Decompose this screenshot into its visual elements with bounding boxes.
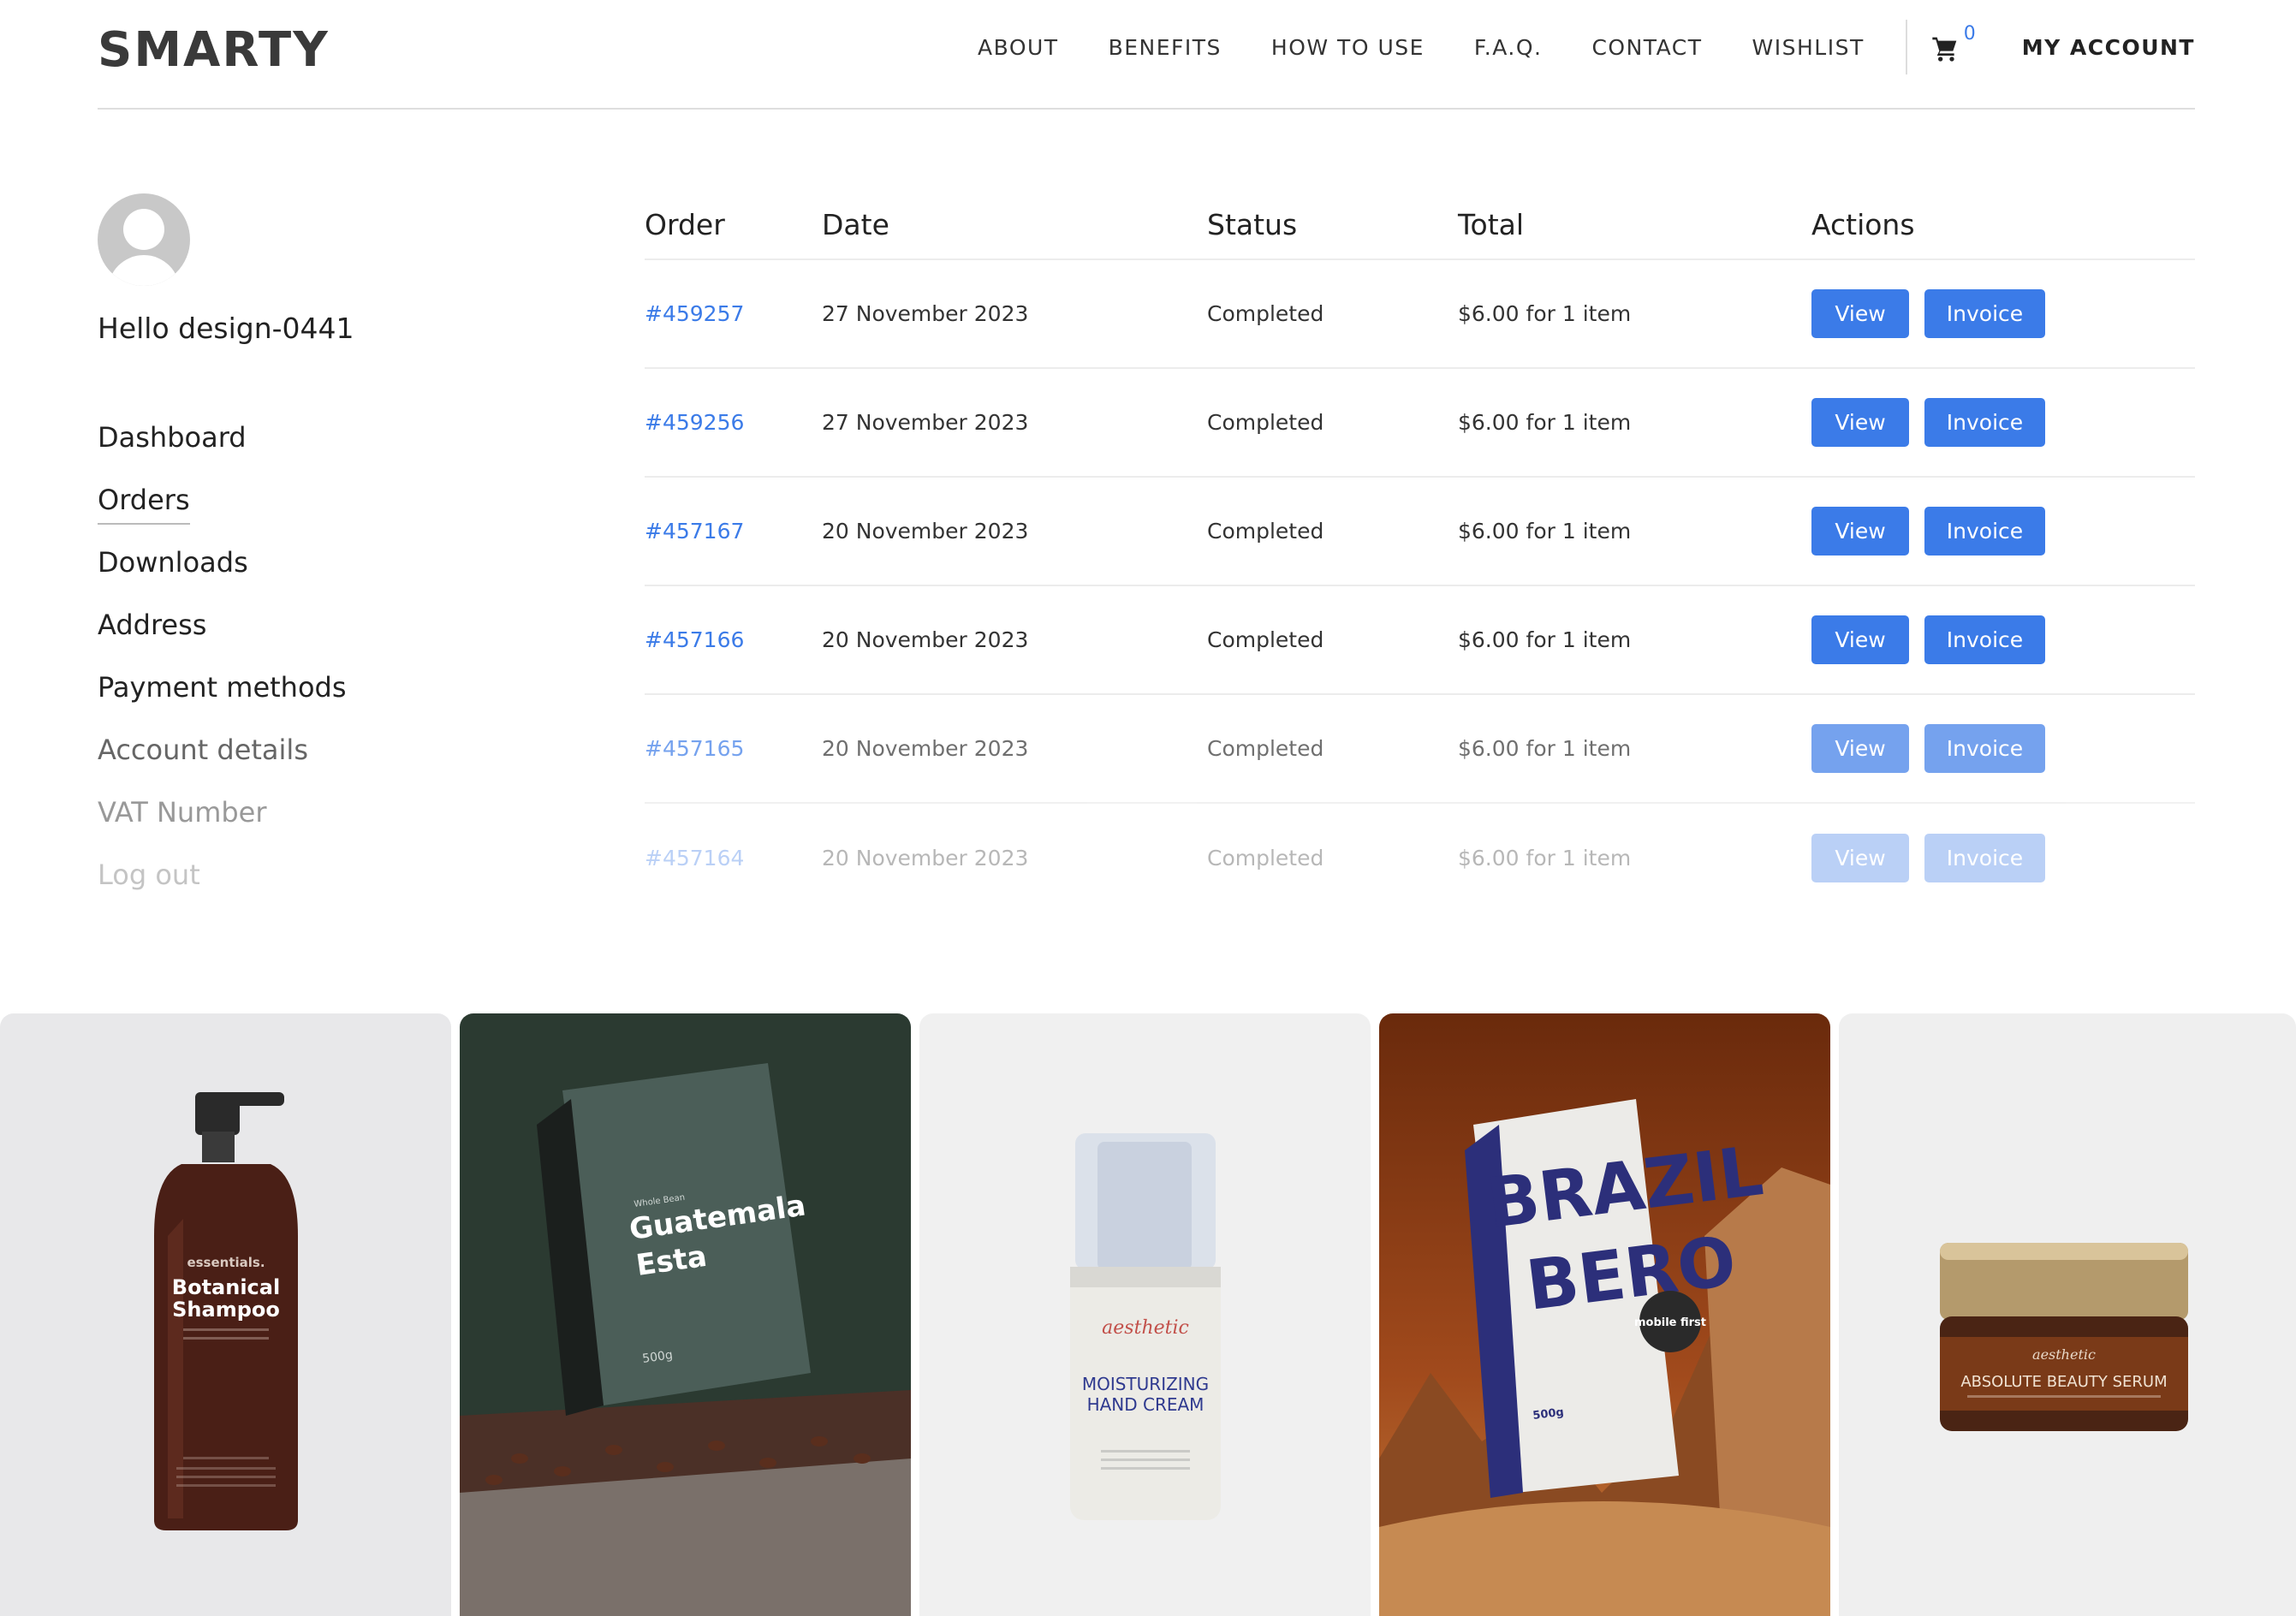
product-badge: mobile first bbox=[1634, 1316, 1706, 1329]
nav-about[interactable]: ABOUT bbox=[978, 35, 1059, 60]
order-link[interactable]: #457164 bbox=[645, 846, 744, 870]
table-row: #459257 27 November 2023 Completed $6.00… bbox=[645, 260, 2195, 369]
column-header-total: Total bbox=[1458, 207, 1525, 241]
view-button[interactable]: View bbox=[1811, 507, 1909, 556]
order-date: 27 November 2023 bbox=[822, 410, 1029, 435]
table-row: #459256 27 November 2023 Completed $6.00… bbox=[645, 369, 2195, 478]
sidebar-item-orders[interactable]: Orders bbox=[98, 482, 347, 544]
order-status: Completed bbox=[1207, 301, 1324, 326]
product-brand: essentials. bbox=[187, 1255, 265, 1270]
cart-icon bbox=[1932, 37, 1957, 62]
view-button[interactable]: View bbox=[1811, 724, 1909, 773]
order-date: 27 November 2023 bbox=[822, 301, 1029, 326]
nav-contact[interactable]: CONTACT bbox=[1591, 35, 1702, 60]
column-header-actions: Actions bbox=[1811, 207, 1915, 241]
sidebar-item-address[interactable]: Address bbox=[98, 607, 347, 669]
order-date: 20 November 2023 bbox=[822, 846, 1029, 870]
orders-table: Order Date Status Total Actions #459257 … bbox=[645, 190, 2195, 912]
order-total: $6.00 for 1 item bbox=[1458, 627, 1632, 652]
nav-my-account[interactable]: MY ACCOUNT bbox=[2022, 35, 2195, 60]
brazil-bero-bag-image: BRAZIL BERO mobile first 500g bbox=[1379, 1099, 1830, 1616]
shampoo-bottle-image: essentials. Botanical Shampoo bbox=[154, 1092, 298, 1530]
product-card-brazil-bero[interactable]: BRAZIL BERO mobile first 500g bbox=[1379, 1013, 1830, 1616]
account-menu: Dashboard Orders Downloads Address Payme… bbox=[98, 419, 347, 919]
column-header-order: Order bbox=[645, 207, 725, 241]
hand-cream-image: aesthetic MOISTURIZING HAND CREAM bbox=[1070, 1133, 1221, 1520]
order-link[interactable]: #457167 bbox=[645, 519, 744, 544]
site-header: SMARTY ABOUT BENEFITS HOW TO USE F.A.Q. … bbox=[98, 0, 2195, 110]
invoice-button[interactable]: Invoice bbox=[1924, 398, 2045, 447]
nav-faq[interactable]: F.A.Q. bbox=[1474, 35, 1543, 60]
order-status: Completed bbox=[1207, 410, 1324, 435]
order-status: Completed bbox=[1207, 519, 1324, 544]
main-nav: ABOUT BENEFITS HOW TO USE F.A.Q. CONTACT… bbox=[928, 0, 2195, 94]
sidebar-item-downloads[interactable]: Downloads bbox=[98, 544, 347, 607]
order-link[interactable]: #459257 bbox=[645, 301, 744, 326]
order-total: $6.00 for 1 item bbox=[1458, 519, 1632, 544]
avatar-body bbox=[108, 255, 180, 286]
invoice-button[interactable]: Invoice bbox=[1924, 724, 2045, 773]
order-date: 20 November 2023 bbox=[822, 736, 1029, 761]
invoice-button[interactable]: Invoice bbox=[1924, 507, 2045, 556]
sidebar-item-log-out[interactable]: Log out bbox=[98, 857, 347, 919]
table-row: #457166 20 November 2023 Completed $6.00… bbox=[645, 586, 2195, 695]
sidebar-item-dashboard[interactable]: Dashboard bbox=[98, 419, 347, 482]
nav-wishlist[interactable]: WISHLIST bbox=[1752, 35, 1865, 60]
order-status: Completed bbox=[1207, 846, 1324, 870]
invoice-button[interactable]: Invoice bbox=[1924, 289, 2045, 338]
table-row: #457165 20 November 2023 Completed $6.00… bbox=[645, 695, 2195, 804]
product-name-line2: HAND CREAM bbox=[1087, 1394, 1205, 1415]
sidebar-item-label: Orders bbox=[98, 484, 190, 525]
order-link[interactable]: #459256 bbox=[645, 410, 744, 435]
order-total: $6.00 for 1 item bbox=[1458, 736, 1632, 761]
product-brand: aesthetic bbox=[2032, 1346, 2096, 1363]
view-button[interactable]: View bbox=[1811, 615, 1909, 664]
view-button[interactable]: View bbox=[1811, 398, 1909, 447]
order-total: $6.00 for 1 item bbox=[1458, 846, 1632, 870]
product-card-beauty-serum[interactable]: aesthetic ABSOLUTE BEAUTY SERUM bbox=[1839, 1013, 2296, 1616]
coffee-bag-image: Guatemala Esta Whole Bean 500g bbox=[460, 1063, 911, 1616]
view-button[interactable]: View bbox=[1811, 834, 1909, 882]
product-brand: aesthetic bbox=[1102, 1317, 1189, 1339]
product-strip: essentials. Botanical Shampoo Guatemala … bbox=[0, 1013, 2296, 1616]
nav-divider bbox=[1905, 20, 1907, 74]
product-card-shampoo[interactable]: essentials. Botanical Shampoo bbox=[0, 1013, 451, 1616]
product-name-line1: ABSOLUTE BEAUTY SERUM bbox=[1960, 1373, 2167, 1391]
avatar bbox=[98, 193, 190, 286]
sidebar-item-payment-methods[interactable]: Payment methods bbox=[98, 669, 347, 732]
table-row: #457167 20 November 2023 Completed $6.00… bbox=[645, 478, 2195, 586]
greeting: Hello design-0441 bbox=[98, 312, 354, 345]
cart-count-badge: 0 bbox=[1963, 23, 1976, 45]
avatar-head bbox=[123, 209, 164, 250]
column-header-date: Date bbox=[822, 207, 889, 241]
site-logo[interactable]: SMARTY bbox=[98, 22, 330, 78]
order-date: 20 November 2023 bbox=[822, 519, 1029, 544]
product-card-hand-cream[interactable]: aesthetic MOISTURIZING HAND CREAM bbox=[919, 1013, 1371, 1616]
product-name-line1: Botanical bbox=[172, 1275, 280, 1299]
product-card-guatemala-coffee[interactable]: Guatemala Esta Whole Bean 500g bbox=[460, 1013, 911, 1616]
sidebar-item-vat-number[interactable]: VAT Number bbox=[98, 794, 347, 857]
order-link[interactable]: #457166 bbox=[645, 627, 744, 652]
column-header-status: Status bbox=[1207, 207, 1298, 241]
nav-how-to-use[interactable]: HOW TO USE bbox=[1271, 35, 1425, 60]
order-status: Completed bbox=[1207, 627, 1324, 652]
cart-button[interactable]: 0 bbox=[1931, 23, 1976, 64]
view-button[interactable]: View bbox=[1811, 289, 1909, 338]
order-total: $6.00 for 1 item bbox=[1458, 301, 1632, 326]
order-link[interactable]: #457165 bbox=[645, 736, 744, 761]
nav-benefits[interactable]: BENEFITS bbox=[1109, 35, 1222, 60]
invoice-button[interactable]: Invoice bbox=[1924, 615, 2045, 664]
serum-jar-image: aesthetic ABSOLUTE BEAUTY SERUM bbox=[1940, 1243, 2188, 1431]
order-total: $6.00 for 1 item bbox=[1458, 410, 1632, 435]
sidebar-item-account-details[interactable]: Account details bbox=[98, 732, 347, 794]
table-row: #457164 20 November 2023 Completed $6.00… bbox=[645, 804, 2195, 912]
order-date: 20 November 2023 bbox=[822, 627, 1029, 652]
product-name-line1: MOISTURIZING bbox=[1082, 1374, 1209, 1394]
table-header: Order Date Status Total Actions bbox=[645, 190, 2195, 260]
product-name-line2: Shampoo bbox=[172, 1298, 280, 1322]
invoice-button[interactable]: Invoice bbox=[1924, 834, 2045, 882]
order-status: Completed bbox=[1207, 736, 1324, 761]
